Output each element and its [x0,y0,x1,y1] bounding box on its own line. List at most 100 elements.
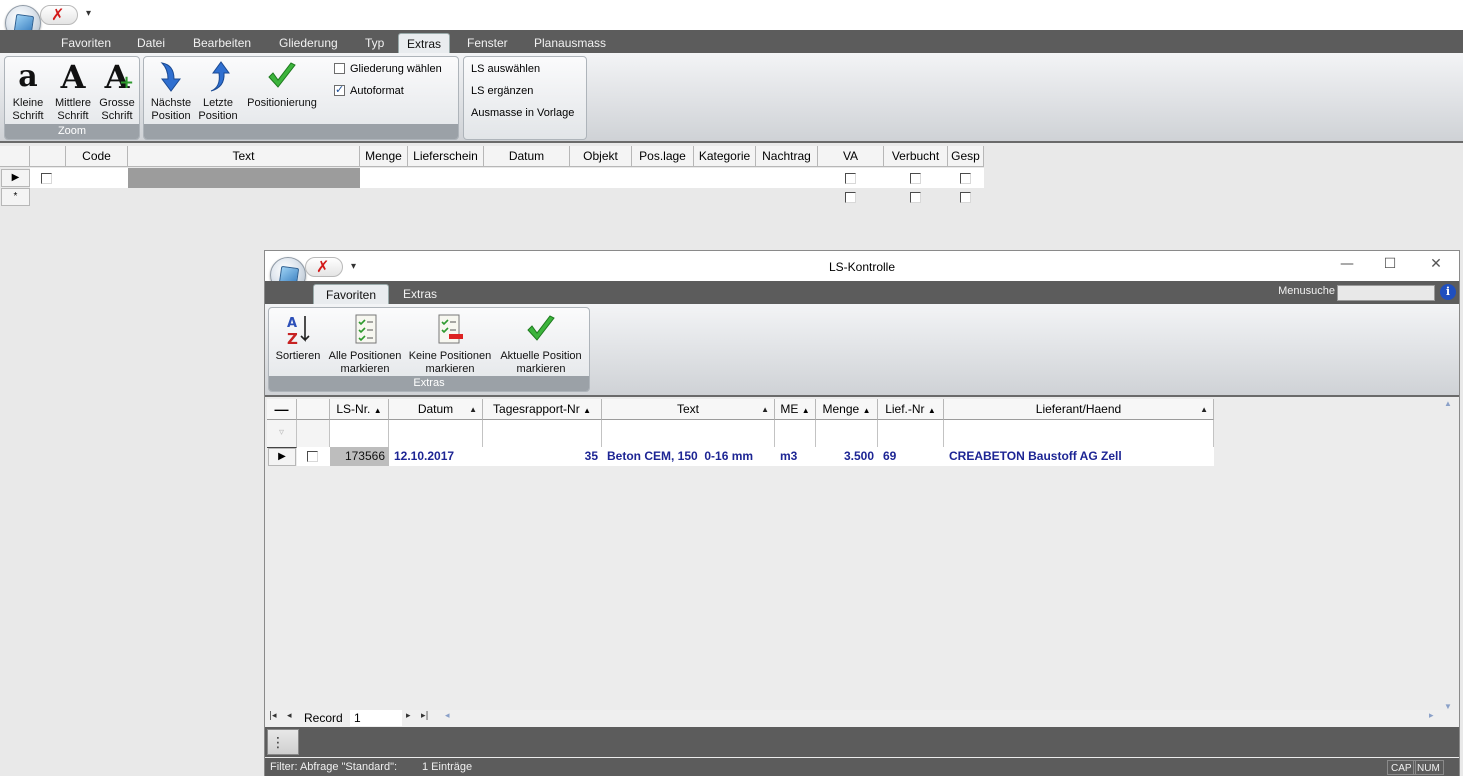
column-header-gesp[interactable]: Gesp [948,146,984,167]
filter-datum[interactable] [389,420,483,448]
row-checkbox[interactable] [41,173,52,184]
gliederung-checkbox[interactable]: Gliederung wählen [334,63,442,75]
column-header-menge[interactable]: Menge [360,146,408,167]
column-header-text[interactable]: Text [128,146,360,167]
previous-record-icon[interactable]: ◂ [287,711,292,721]
ls-complete-link[interactable]: LS ergänzen [471,85,533,97]
column-header-va[interactable]: VA [818,146,884,167]
customize-toolbar-icon[interactable]: ▾ [86,8,91,19]
column-header-ls-nr[interactable]: LS-Nr. ▲ [330,399,389,420]
maximize-icon[interactable]: ☐ [1380,256,1400,272]
filter-ls-nr[interactable] [330,420,389,448]
ls-template-link[interactable]: Ausmasse in Vorlage [471,107,574,119]
scroll-up-icon[interactable]: ▲ [1444,399,1452,408]
grip-handle-icon[interactable]: ⋮ [267,729,299,755]
va-checkbox-new[interactable] [845,192,856,203]
filter-icon[interactable]: ▿ [267,420,297,448]
cell-me[interactable]: m3 [775,447,816,466]
column-header-objekt[interactable]: Objekt [570,146,632,167]
cell-lief-nr[interactable]: 69 [878,447,944,466]
verbucht-checkbox[interactable] [910,173,921,184]
column-header-code[interactable]: Code [66,146,128,167]
tab-fenster[interactable]: Fenster [459,33,516,53]
tab-planausmass[interactable]: Planausmass [526,33,614,53]
medium-font-button[interactable]: A Mittlere Schrift [50,59,96,123]
va-checkbox[interactable] [845,173,856,184]
tab-bearbeiten[interactable]: Bearbeiten [185,33,259,53]
column-header-nachtrag[interactable]: Nachtrag [756,146,818,167]
row-selector-current[interactable]: ▶ [268,448,296,466]
filter-menge[interactable] [816,420,878,448]
cell-tagesrapport[interactable]: 35 [483,447,602,466]
filter-text[interactable] [602,420,775,448]
cell-text[interactable]: Beton CEM, 150 0-16 mm [602,447,775,466]
cell-datum[interactable]: 12.10.2017 [389,447,483,466]
small-font-button[interactable]: a Kleine Schrift [8,59,48,123]
column-header-datum[interactable]: Datum [484,146,570,167]
gliederung-label: Gliederung wählen [350,63,442,75]
column-header-lieferant[interactable]: Lieferant/Haend ▲ [944,399,1214,420]
tab-extras[interactable]: Extras [395,284,445,304]
window-close-icon[interactable]: ✕ [1426,256,1446,272]
tab-datei[interactable]: Datei [129,33,173,53]
next-position-button[interactable]: Nächste Position [147,59,195,123]
text-cell-selected[interactable] [128,168,360,188]
column-header-lieferschein[interactable]: Lieferschein [408,146,484,167]
info-icon[interactable]: i [1440,284,1456,300]
mark-none-button[interactable]: Keine Positionen markieren [406,312,494,376]
filter-cell[interactable] [297,420,330,448]
column-header-me[interactable]: ME ▲ [775,399,816,420]
cell-menge[interactable]: 3.500 [816,447,878,466]
close-document-button[interactable]: ✗ [40,5,78,25]
gesp-checkbox-new[interactable] [960,192,971,203]
filter-tagesrapport[interactable] [483,420,602,448]
positioning-button[interactable]: Positionierung [242,59,322,110]
cell-ls-nr[interactable]: 173566 [330,447,389,466]
column-header-datum[interactable]: Datum ▲ [389,399,483,420]
scroll-left-icon[interactable]: ◂ [445,711,450,721]
sort-ascending-icon: ▲ [801,406,810,415]
menu-search-input[interactable] [1337,285,1435,301]
cell-lieferant[interactable]: CREABETON Baustoff AG Zell [944,447,1214,466]
mark-all-button[interactable]: Alle Positionen markieren [325,312,405,376]
filter-lief-nr[interactable] [878,420,944,448]
column-header-check[interactable] [30,146,66,167]
tab-favoriten[interactable]: Favoriten [53,33,119,53]
column-header-verbucht[interactable]: Verbucht [884,146,948,167]
ls-select-link[interactable]: LS auswählen [471,63,540,75]
column-header-text[interactable]: Text ▲ [602,399,775,420]
checkbox-box-checked[interactable] [334,83,345,96]
column-header-lief-nr[interactable]: Lief.-Nr ▲ [878,399,944,420]
row-selector-new[interactable]: * [1,188,30,206]
minimize-icon[interactable]: — [1337,256,1357,272]
vertical-scrollbar[interactable]: ▲ ▼ [1440,399,1456,711]
column-header-menge[interactable]: Menge ▲ [816,399,878,420]
tab-favoriten[interactable]: Favoriten [313,284,390,304]
column-header-poslage[interactable]: Pos.lage [632,146,694,167]
column-header-kategorie[interactable]: Kategorie [694,146,756,167]
checkbox-box[interactable] [334,63,345,74]
scroll-right-icon[interactable]: ▸ [1429,711,1434,721]
check-column-header[interactable] [297,399,330,420]
last-record-icon[interactable]: ▸| [421,711,429,721]
record-number-input[interactable]: 1 [350,710,402,726]
tab-gliederung[interactable]: Gliederung [271,33,346,53]
last-position-button[interactable]: Letzte Position [197,59,239,123]
filter-me[interactable] [775,420,816,448]
autoformat-checkbox[interactable]: Autoformat [334,83,404,97]
large-font-button[interactable]: A + Grosse Schrift [97,59,137,123]
column-header-tagesrapport[interactable]: Tagesrapport-Nr ▲ [483,399,602,420]
collapse-header[interactable]: — [267,399,297,420]
large-font-label-2: Schrift [101,110,133,122]
first-record-icon[interactable]: |◂ [269,711,277,721]
filter-lieferant[interactable] [944,420,1214,448]
verbucht-checkbox-new[interactable] [910,192,921,203]
sort-button[interactable]: A Z Sortieren [273,312,323,363]
tab-typ[interactable]: Typ [357,33,392,53]
row-selector-current[interactable]: ▶ [1,169,30,187]
mark-current-button[interactable]: Aktuelle Position markieren [495,312,587,376]
next-record-icon[interactable]: ▸ [406,711,411,721]
tab-extras[interactable]: Extras [398,33,451,53]
gesp-checkbox[interactable] [960,173,971,184]
row-checkbox[interactable] [307,451,318,462]
